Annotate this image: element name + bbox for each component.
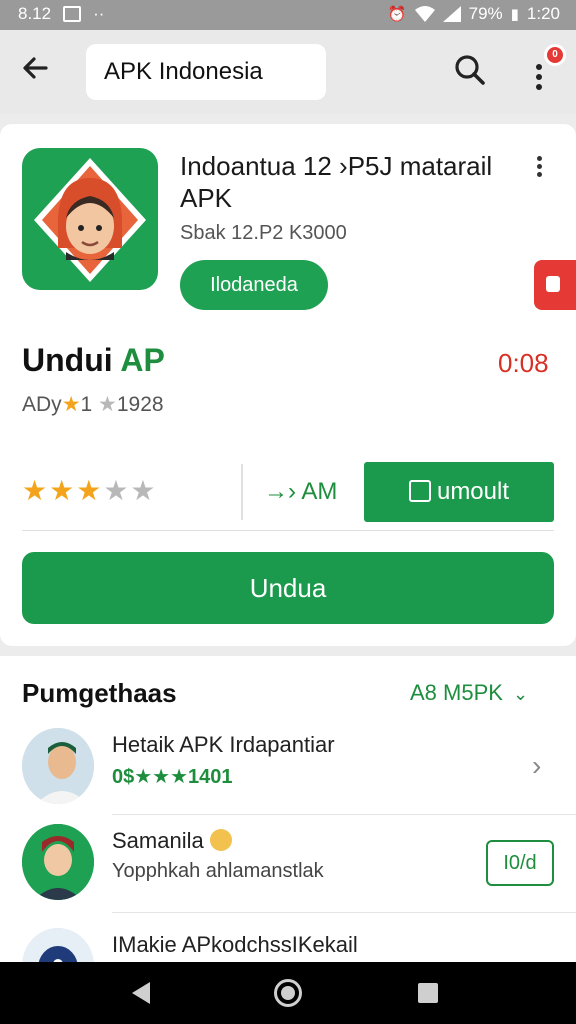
system-nav-bar [0,962,576,1024]
nav-back-icon[interactable] [132,982,150,1004]
back-arrow-icon[interactable] [20,52,60,92]
category-tag[interactable]: Ilodaneda [180,260,328,310]
list-item-title: IMakie APkodchssIKekail [112,932,358,957]
section-title-accent: AP [112,342,165,378]
signal-icon [442,6,461,22]
rating-value: 1 [80,393,93,416]
status-time-right: 1:20 [526,4,560,23]
chevron-down-icon: ⌄ [512,684,529,704]
filter-label: A8 M5PK [410,680,503,705]
rating-prefix: ADy [22,393,62,416]
section-title-main: Undui [22,342,113,378]
star-rating[interactable]: ★★★★★ [22,474,158,507]
list-title: Pumgethaas [22,678,177,708]
wifi-icon [414,6,435,22]
nav-home-icon[interactable] [274,979,302,1007]
card-overflow-icon[interactable] [530,152,550,180]
app-logo[interactable] [22,148,158,290]
side-red-tab[interactable] [534,260,576,310]
list-item-title: Hetaik APK Irdapantiar [112,732,335,757]
battery-level: 79% [468,4,503,23]
divider [22,530,554,531]
forward-arrow-icon: →› [264,478,296,505]
notification-icon [63,6,82,22]
search-input[interactable]: APK Indonesia [86,44,326,100]
list-item[interactable]: Hetaik APK Irdapantiar 0$★★★1401 › [0,728,576,818]
related-list: Pumgethaas A8 M5PK ⌄ Hetaik APK Irdapanti… [0,656,576,1004]
nav-recents-icon[interactable] [418,983,438,1003]
star-icon: ★ [98,393,117,416]
list-item-subtitle: Yopphkah ahlamanstlak [112,860,324,882]
divider [241,464,243,520]
umount-button[interactable]: umoult [364,462,554,522]
app-meta: Sbak 12.P2 K3000 [180,222,347,244]
list-item-title: Samanila [112,828,232,854]
book-icon [408,480,431,502]
app-title: Indoantua 12 ›P5J matarail APK [180,151,493,213]
chevron-right-icon[interactable]: › [532,750,556,781]
section-title: Undui AP [22,342,165,379]
divider [112,814,576,815]
app-detail-card: Indoantua 12 ›P5J matarail APK Sbak 12.P… [0,124,576,646]
notification-badge: 0 [544,44,566,66]
status-time-left: 8.12 [18,4,52,23]
review-count: 1928 [116,393,164,416]
list-item[interactable]: Samanila Yopphkah ahlamanstlak I0/d [0,824,576,914]
forward-link[interactable]: →› AM [264,478,337,506]
overflow-menu-button[interactable]: 0 [526,44,566,92]
list-filter-dropdown[interactable]: A8 M5PK ⌄ [410,680,528,706]
alarm-icon: ⏰ [387,6,407,23]
download-button[interactable]: Undua [22,552,554,624]
battery-icon: ▮ [510,6,519,23]
am-label: AM [301,478,338,505]
tab-icon [546,276,560,292]
countdown-timer: 0:08 [498,348,549,378]
search-icon[interactable] [452,52,492,92]
list-item-title-text: Samanila [112,828,204,853]
status-bar: 8.12 ·· ⏰ 79% ▮ 1:20 [0,0,576,30]
star-icon: ★ [61,393,81,416]
avatar [22,728,94,804]
status-dots: ·· [93,4,105,23]
smiley-icon [209,829,232,851]
list-item-rating: 0$★★★1401 [112,766,233,788]
divider [112,912,576,913]
toolbar: APK Indonesia 0 [0,30,576,114]
avatar [22,824,94,900]
filled-stars: ★★★ [22,475,104,506]
install-button[interactable]: I0/d [486,840,554,886]
empty-stars: ★★ [103,475,158,506]
sub-rating: ADy★1 ★1928 [22,392,164,417]
umount-label: umoult [436,478,510,505]
